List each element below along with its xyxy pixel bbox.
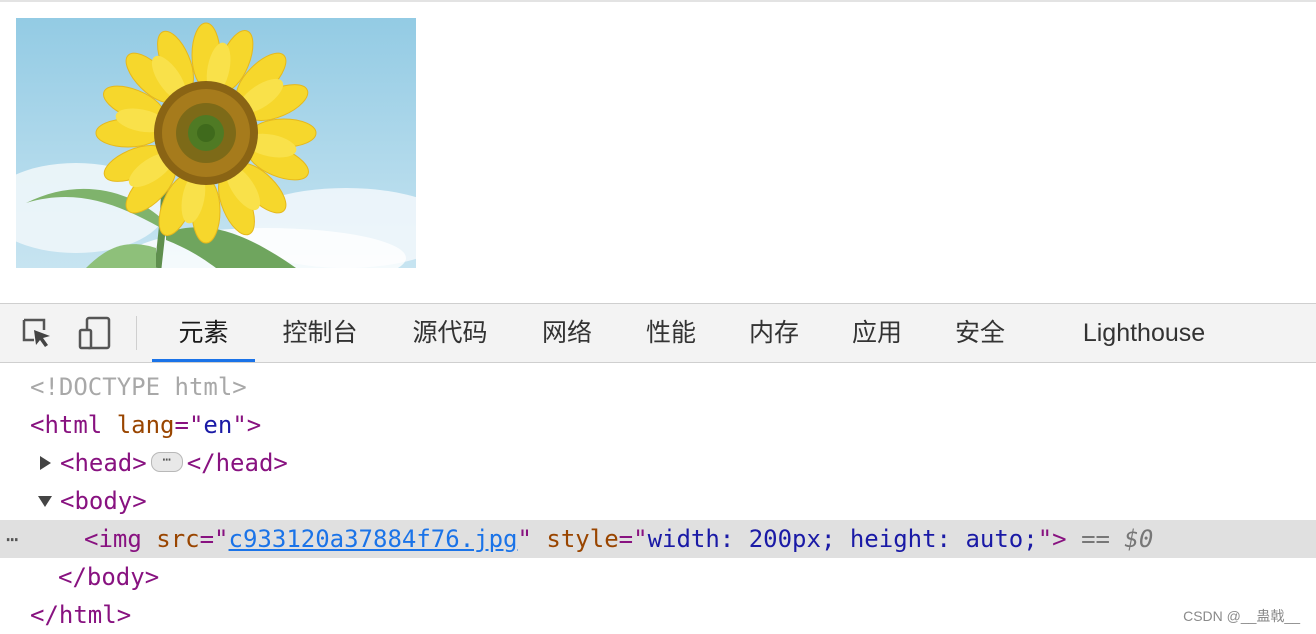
html-lang-attr: lang (116, 411, 175, 439)
head-open-tag: <head> (60, 449, 147, 477)
tab-elements[interactable]: 元素 (152, 304, 255, 362)
body-close-tag: </body> (58, 563, 160, 591)
toolbar-divider (136, 316, 137, 350)
tab-memory[interactable]: 内存 (732, 304, 816, 362)
body-open-tag: <body> (60, 487, 147, 515)
device-toolbar-icon[interactable] (78, 316, 112, 350)
top-border (0, 0, 1316, 2)
tab-security[interactable]: 安全 (938, 304, 1022, 362)
dom-node-body[interactable]: <body> (0, 482, 1316, 520)
expand-triangle-icon[interactable] (40, 456, 51, 470)
watermark: CSDN @__蛊戟__ (1183, 608, 1300, 624)
tab-lighthouse[interactable]: Lighthouse (1062, 304, 1226, 362)
img-style-value: width: 200px; height: auto; (647, 525, 1038, 553)
inspect-element-icon[interactable] (20, 316, 54, 350)
selected-ref-var: $0 (1124, 525, 1154, 553)
dom-node-head[interactable]: <head> ⋯ </head> (0, 444, 1316, 482)
html-lang-value: en (203, 411, 233, 439)
row-more-icon[interactable]: ⋯ (6, 520, 19, 558)
html-close-tag: </html> (30, 601, 132, 629)
img-open-tag: <img (84, 525, 142, 553)
tab-performance[interactable]: 性能 (629, 304, 713, 362)
sunflower-petals (95, 22, 317, 244)
collapsed-ellipsis-icon[interactable]: ⋯ (150, 452, 183, 472)
img-src-attr: src (156, 525, 200, 553)
img-close: "> (1037, 525, 1067, 553)
html-attr-eq: =" (174, 411, 204, 439)
selected-eq-marker: == (1081, 525, 1110, 553)
dom-node-body-close[interactable]: </body> (0, 558, 1316, 596)
active-tab-indicator (152, 359, 255, 362)
sunflower-image (16, 18, 416, 268)
img-src-link[interactable]: c933120a37884f76.jpg (229, 525, 518, 553)
img-style-attr: style (546, 525, 619, 553)
doctype-text: <!DOCTYPE html> (30, 373, 247, 401)
tab-application[interactable]: 应用 (835, 304, 919, 362)
dom-node-img-selected[interactable]: ⋯ <img src="c933120a37884f76.jpg" style=… (0, 520, 1316, 558)
dom-node-html-close[interactable]: </html> (0, 596, 1316, 634)
head-close-tag: </head> (186, 449, 288, 477)
tab-sources[interactable]: 源代码 (395, 304, 505, 362)
html-open-tag: <html (30, 411, 103, 439)
tab-console[interactable]: 控制台 (265, 304, 375, 362)
dom-node-html[interactable]: <html lang="en"> (0, 406, 1316, 444)
dom-node-doctype[interactable]: <!DOCTYPE html> (0, 368, 1316, 406)
devtools-toolbar: 元素 控制台 源代码 网络 性能 内存 应用 安全 Lighthouse (0, 303, 1316, 363)
tab-network[interactable]: 网络 (525, 304, 609, 362)
html-open-close: "> (232, 411, 262, 439)
collapse-triangle-icon[interactable] (38, 496, 52, 507)
